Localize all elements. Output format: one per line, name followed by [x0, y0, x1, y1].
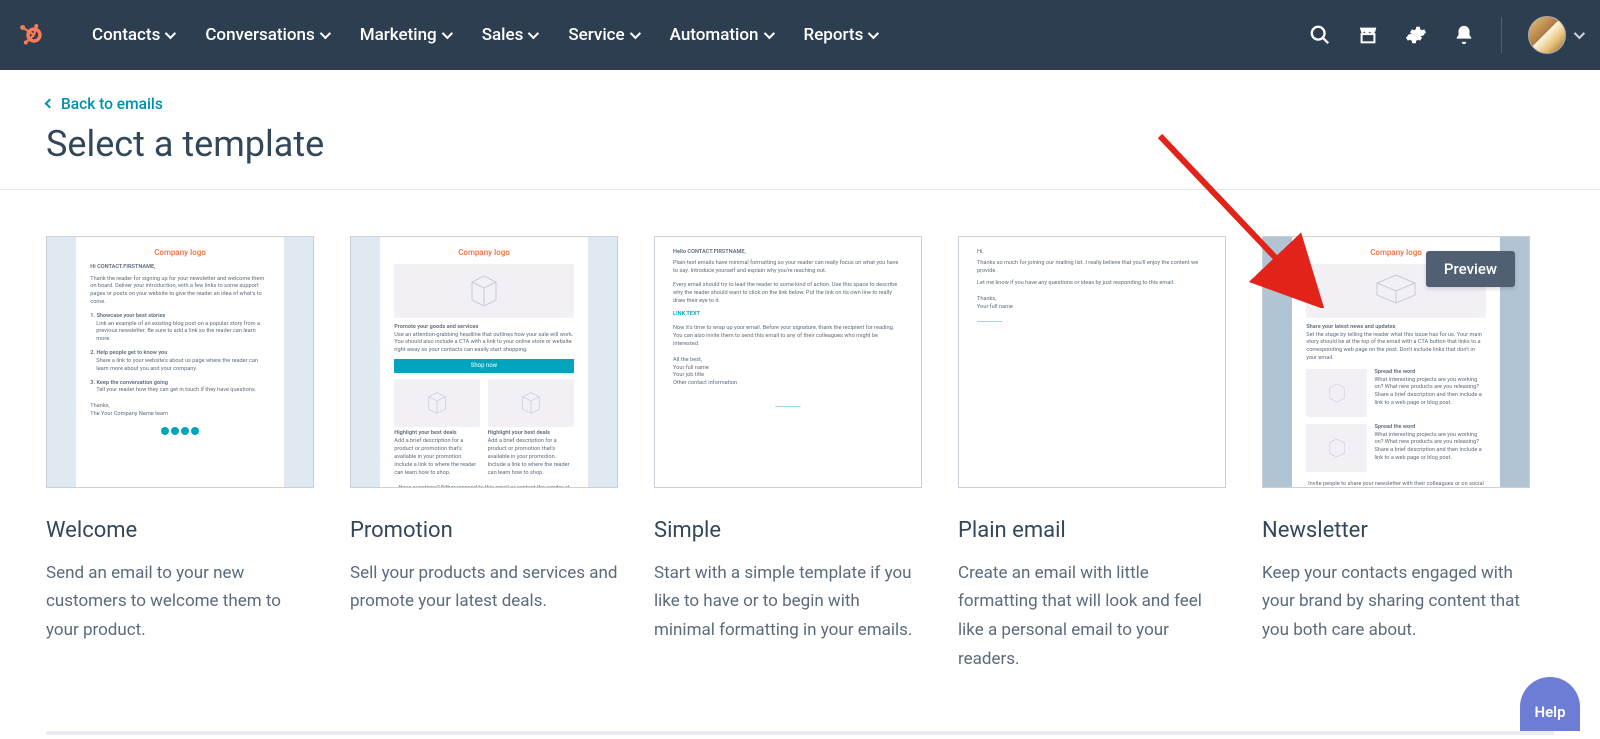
template-desc: Create an email with little formatting t… — [958, 559, 1226, 675]
nav-label: Sales — [482, 25, 524, 45]
nav-label: Conversations — [205, 25, 314, 45]
page-title: Select a template — [46, 123, 1554, 165]
marketplace-icon[interactable] — [1357, 24, 1379, 46]
template-thumb-promotion[interactable]: Company logo Promote your goods and serv… — [350, 236, 618, 488]
help-label: Help — [1534, 703, 1565, 721]
template-thumb-plain[interactable]: Hi, Thanks so much for joining our maili… — [958, 236, 1226, 488]
template-card-plain: Hi, Thanks so much for joining our maili… — [958, 236, 1226, 675]
template-title: Newsletter — [1262, 518, 1530, 543]
chevron-down-icon — [629, 28, 640, 39]
nav-label: Contacts — [92, 25, 160, 45]
template-grid: Company logo Hi CONTACT.FIRSTNAME, Thank… — [0, 190, 1600, 675]
template-thumb-welcome[interactable]: Company logo Hi CONTACT.FIRSTNAME, Thank… — [46, 236, 314, 488]
nav-marketing[interactable]: Marketing — [344, 0, 466, 70]
chevron-down-icon — [1574, 28, 1585, 39]
chevron-left-icon — [45, 99, 55, 109]
template-title: Welcome — [46, 518, 314, 543]
nav-service[interactable]: Service — [552, 0, 653, 70]
nav-label: Marketing — [360, 25, 437, 45]
template-desc: Sell your products and services and prom… — [350, 559, 618, 617]
nav-label: Automation — [670, 25, 759, 45]
thumb-cta: Shop now — [394, 359, 573, 373]
search-icon[interactable] — [1309, 24, 1331, 46]
top-nav: Contacts Conversations Marketing Sales S… — [0, 0, 1600, 70]
template-card-welcome: Company logo Hi CONTACT.FIRSTNAME, Thank… — [46, 236, 314, 675]
hero-image-placeholder — [394, 264, 573, 318]
template-thumb-newsletter[interactable]: Company logo Share your latest news and … — [1262, 236, 1530, 488]
nav-label: Service — [568, 25, 624, 45]
bell-icon[interactable] — [1453, 24, 1475, 46]
account-menu[interactable] — [1528, 16, 1582, 54]
template-card-simple: Hello CONTACT.FIRSTNAME, Plain-text emai… — [654, 236, 922, 675]
avatar — [1528, 16, 1566, 54]
nav-reports[interactable]: Reports — [788, 0, 893, 70]
nav-contacts[interactable]: Contacts — [76, 0, 189, 70]
chevron-down-icon — [528, 28, 539, 39]
template-desc: Start with a simple template if you like… — [654, 559, 922, 646]
nav-right-group — [1289, 16, 1582, 54]
socials-icons — [90, 427, 269, 439]
hubspot-logo[interactable] — [10, 20, 52, 50]
nav-sales[interactable]: Sales — [466, 0, 553, 70]
back-link-label: Back to emails — [61, 95, 163, 113]
template-card-newsletter: Company logo Share your latest news and … — [1262, 236, 1530, 675]
template-title: Promotion — [350, 518, 618, 543]
chevron-down-icon — [441, 28, 452, 39]
back-link[interactable]: Back to emails — [46, 95, 163, 113]
nav-automation[interactable]: Automation — [654, 0, 788, 70]
template-card-promotion: Company logo Promote your goods and serv… — [350, 236, 618, 675]
thumb-company-logo: Company logo — [90, 247, 269, 258]
template-desc: Send an email to your new customers to w… — [46, 559, 314, 646]
chevron-down-icon — [763, 28, 774, 39]
template-thumb-simple[interactable]: Hello CONTACT.FIRSTNAME, Plain-text emai… — [654, 236, 922, 488]
template-title: Plain email — [958, 518, 1226, 543]
chevron-down-icon — [868, 28, 879, 39]
nav-label: Reports — [804, 25, 864, 45]
help-button[interactable]: Help — [1520, 677, 1580, 731]
page-header: Back to emails Select a template — [0, 70, 1600, 190]
divider — [1501, 17, 1502, 53]
preview-button[interactable]: Preview — [1426, 251, 1515, 287]
chevron-down-icon — [320, 28, 331, 39]
chevron-down-icon — [165, 28, 176, 39]
thumb-company-logo: Company logo — [394, 247, 573, 258]
divider — [46, 731, 1554, 735]
nav-conversations[interactable]: Conversations — [189, 0, 343, 70]
template-desc: Keep your contacts engaged with your bra… — [1262, 559, 1530, 646]
gear-icon[interactable] — [1405, 24, 1427, 46]
template-title: Simple — [654, 518, 922, 543]
